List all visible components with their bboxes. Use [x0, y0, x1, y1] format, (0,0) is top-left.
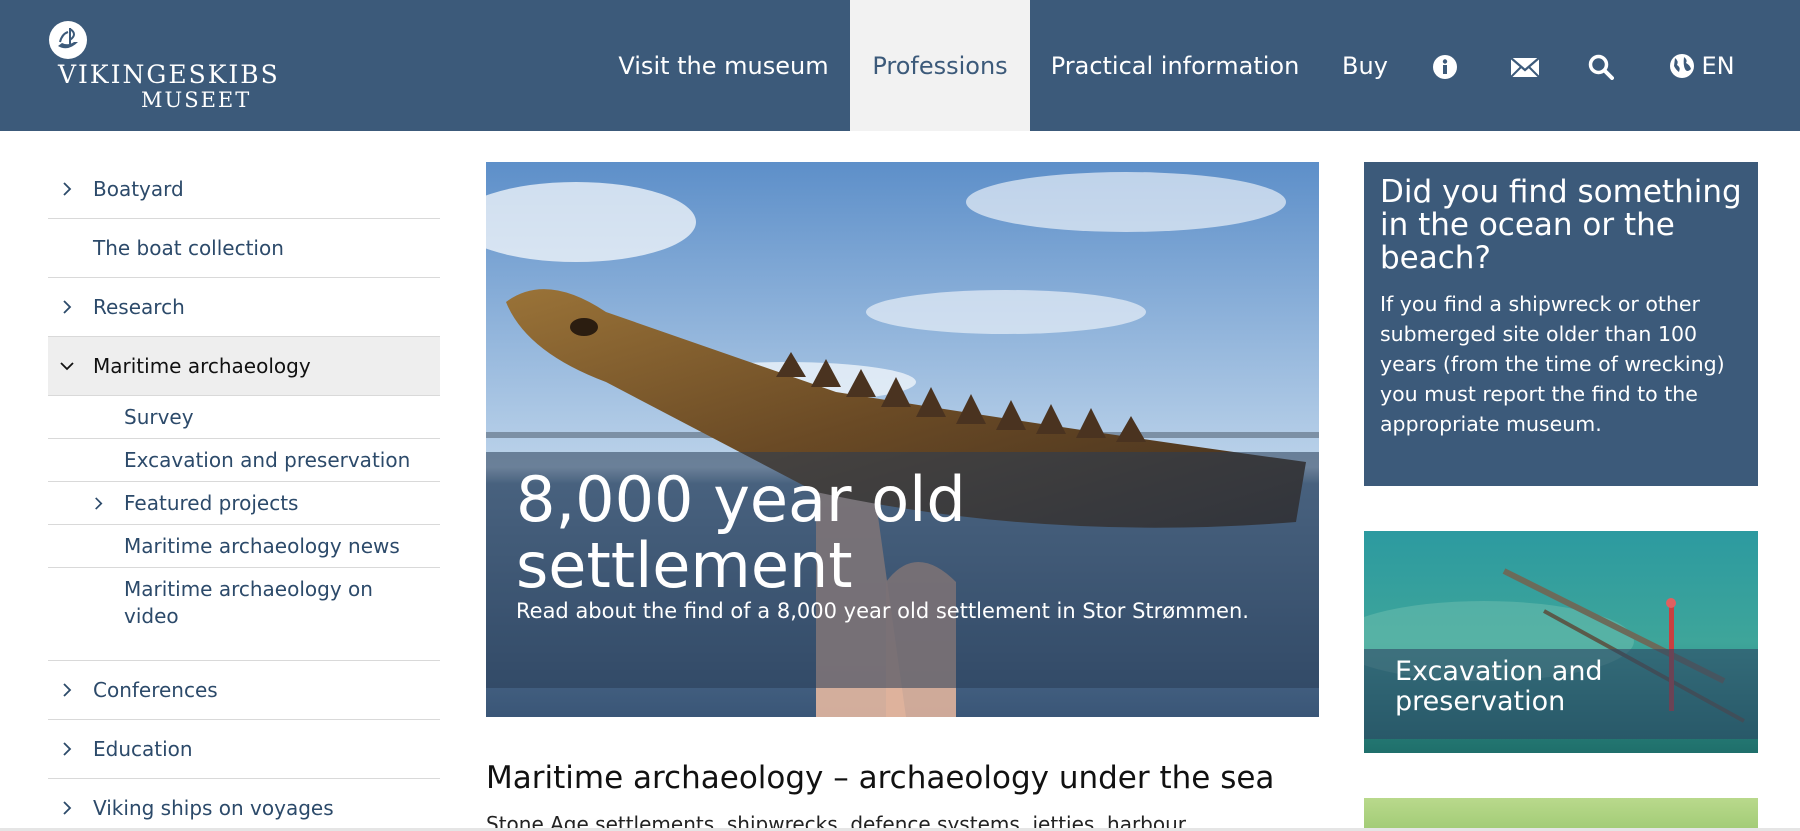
- hero-title: 8,000 year old settlement: [516, 463, 966, 602]
- chevron-right-icon: [63, 182, 72, 196]
- nav-practical-information[interactable]: Practical information: [1042, 0, 1308, 131]
- sidebar-item-maritime-archaeology[interactable]: Maritime archaeology: [48, 337, 440, 396]
- sidebar-item-label: Education: [93, 737, 193, 761]
- nav-buy[interactable]: Buy: [1330, 0, 1400, 131]
- sidebar-item-conferences[interactable]: Conferences: [48, 661, 440, 720]
- nav-label: Buy: [1342, 51, 1388, 80]
- sidebar-subitem-label: Featured projects: [124, 491, 299, 515]
- nav-professions[interactable]: Professions: [850, 0, 1030, 131]
- nav-visit-the-museum[interactable]: Visit the museum: [610, 0, 837, 131]
- sidebar-item-label: Boatyard: [93, 177, 184, 201]
- sidebar-subitem-survey[interactable]: Survey: [48, 396, 440, 439]
- language-label: EN: [1701, 51, 1735, 80]
- site-header: VIKINGESKIBS MUSEET Visit the museum Pro…: [0, 0, 1800, 131]
- teaser-second-image[interactable]: [1364, 798, 1758, 831]
- sidebar-subitem-label: Survey: [124, 405, 194, 429]
- report-find-box[interactable]: Did you find something in the ocean or t…: [1364, 162, 1758, 486]
- page-heading: Maritime archaeology – archaeology under…: [486, 760, 1275, 796]
- search-icon[interactable]: [1588, 54, 1614, 80]
- sidebar-item-label: The boat collection: [93, 236, 284, 260]
- teaser-label: Excavation and preservation: [1395, 656, 1603, 717]
- nav-label: Professions: [872, 51, 1008, 80]
- sidebar-subitem-news[interactable]: Maritime archaeology news: [48, 525, 440, 568]
- report-find-title: Did you find something in the ocean or t…: [1380, 174, 1742, 276]
- sidebar-subitem-label: Maritime archaeology news: [124, 534, 400, 558]
- chevron-right-icon: [63, 300, 72, 314]
- sidebar-item-label: Conferences: [93, 678, 218, 702]
- museum-logo[interactable]: VIKINGESKIBS MUSEET: [48, 20, 278, 115]
- mail-icon[interactable]: [1510, 54, 1540, 80]
- language-selector[interactable]: EN: [1666, 0, 1738, 131]
- nav-label: Practical information: [1050, 51, 1300, 80]
- sidebar-item-label: Research: [93, 295, 185, 319]
- hero-subtitle: Read about the find of a 8,000 year old …: [516, 599, 1249, 623]
- hero-banner[interactable]: 8,000 year old settlement Read about the…: [486, 162, 1319, 717]
- sidebar-item-research[interactable]: Research: [48, 278, 440, 337]
- teaser-excavation[interactable]: Excavation and preservation: [1364, 531, 1758, 753]
- sidebar-subitem-video[interactable]: Maritime archaeology on video: [48, 568, 440, 661]
- sidebar-nav: Boatyard The boat collection Research Ma…: [48, 160, 440, 831]
- sidebar-item-boatyard[interactable]: Boatyard: [48, 160, 440, 219]
- ship-emblem-icon: [49, 21, 87, 59]
- sidebar-item-boat-collection[interactable]: The boat collection: [48, 219, 440, 278]
- sidebar-item-education[interactable]: Education: [48, 720, 440, 779]
- sidebar-subitem-excavation[interactable]: Excavation and preservation: [48, 439, 440, 482]
- nav-label: Visit the museum: [618, 51, 829, 80]
- sidebar-item-viking-ships-voyages[interactable]: Viking ships on voyages: [48, 779, 440, 831]
- chevron-right-icon: [95, 497, 103, 510]
- chevron-right-icon: [63, 801, 72, 815]
- sidebar-item-label: Maritime archaeology: [93, 354, 311, 378]
- sidebar-subitem-featured-projects[interactable]: Featured projects: [48, 482, 440, 525]
- sidebar-subitem-label: Excavation and preservation: [124, 448, 411, 472]
- logo-text-line1: VIKINGESKIBS: [58, 60, 280, 89]
- report-find-text: If you find a shipwreck or other submerg…: [1380, 292, 1725, 436]
- info-icon[interactable]: [1432, 54, 1458, 80]
- sidebar-subitem-label: Maritime archaeology on video: [124, 577, 373, 628]
- chevron-right-icon: [63, 683, 72, 697]
- sidebar-item-label: Viking ships on voyages: [93, 796, 334, 820]
- chevron-down-icon: [60, 362, 74, 371]
- logo-text-line2: MUSEET: [141, 88, 252, 112]
- globe-icon: [1670, 53, 1695, 78]
- chevron-right-icon: [63, 742, 72, 756]
